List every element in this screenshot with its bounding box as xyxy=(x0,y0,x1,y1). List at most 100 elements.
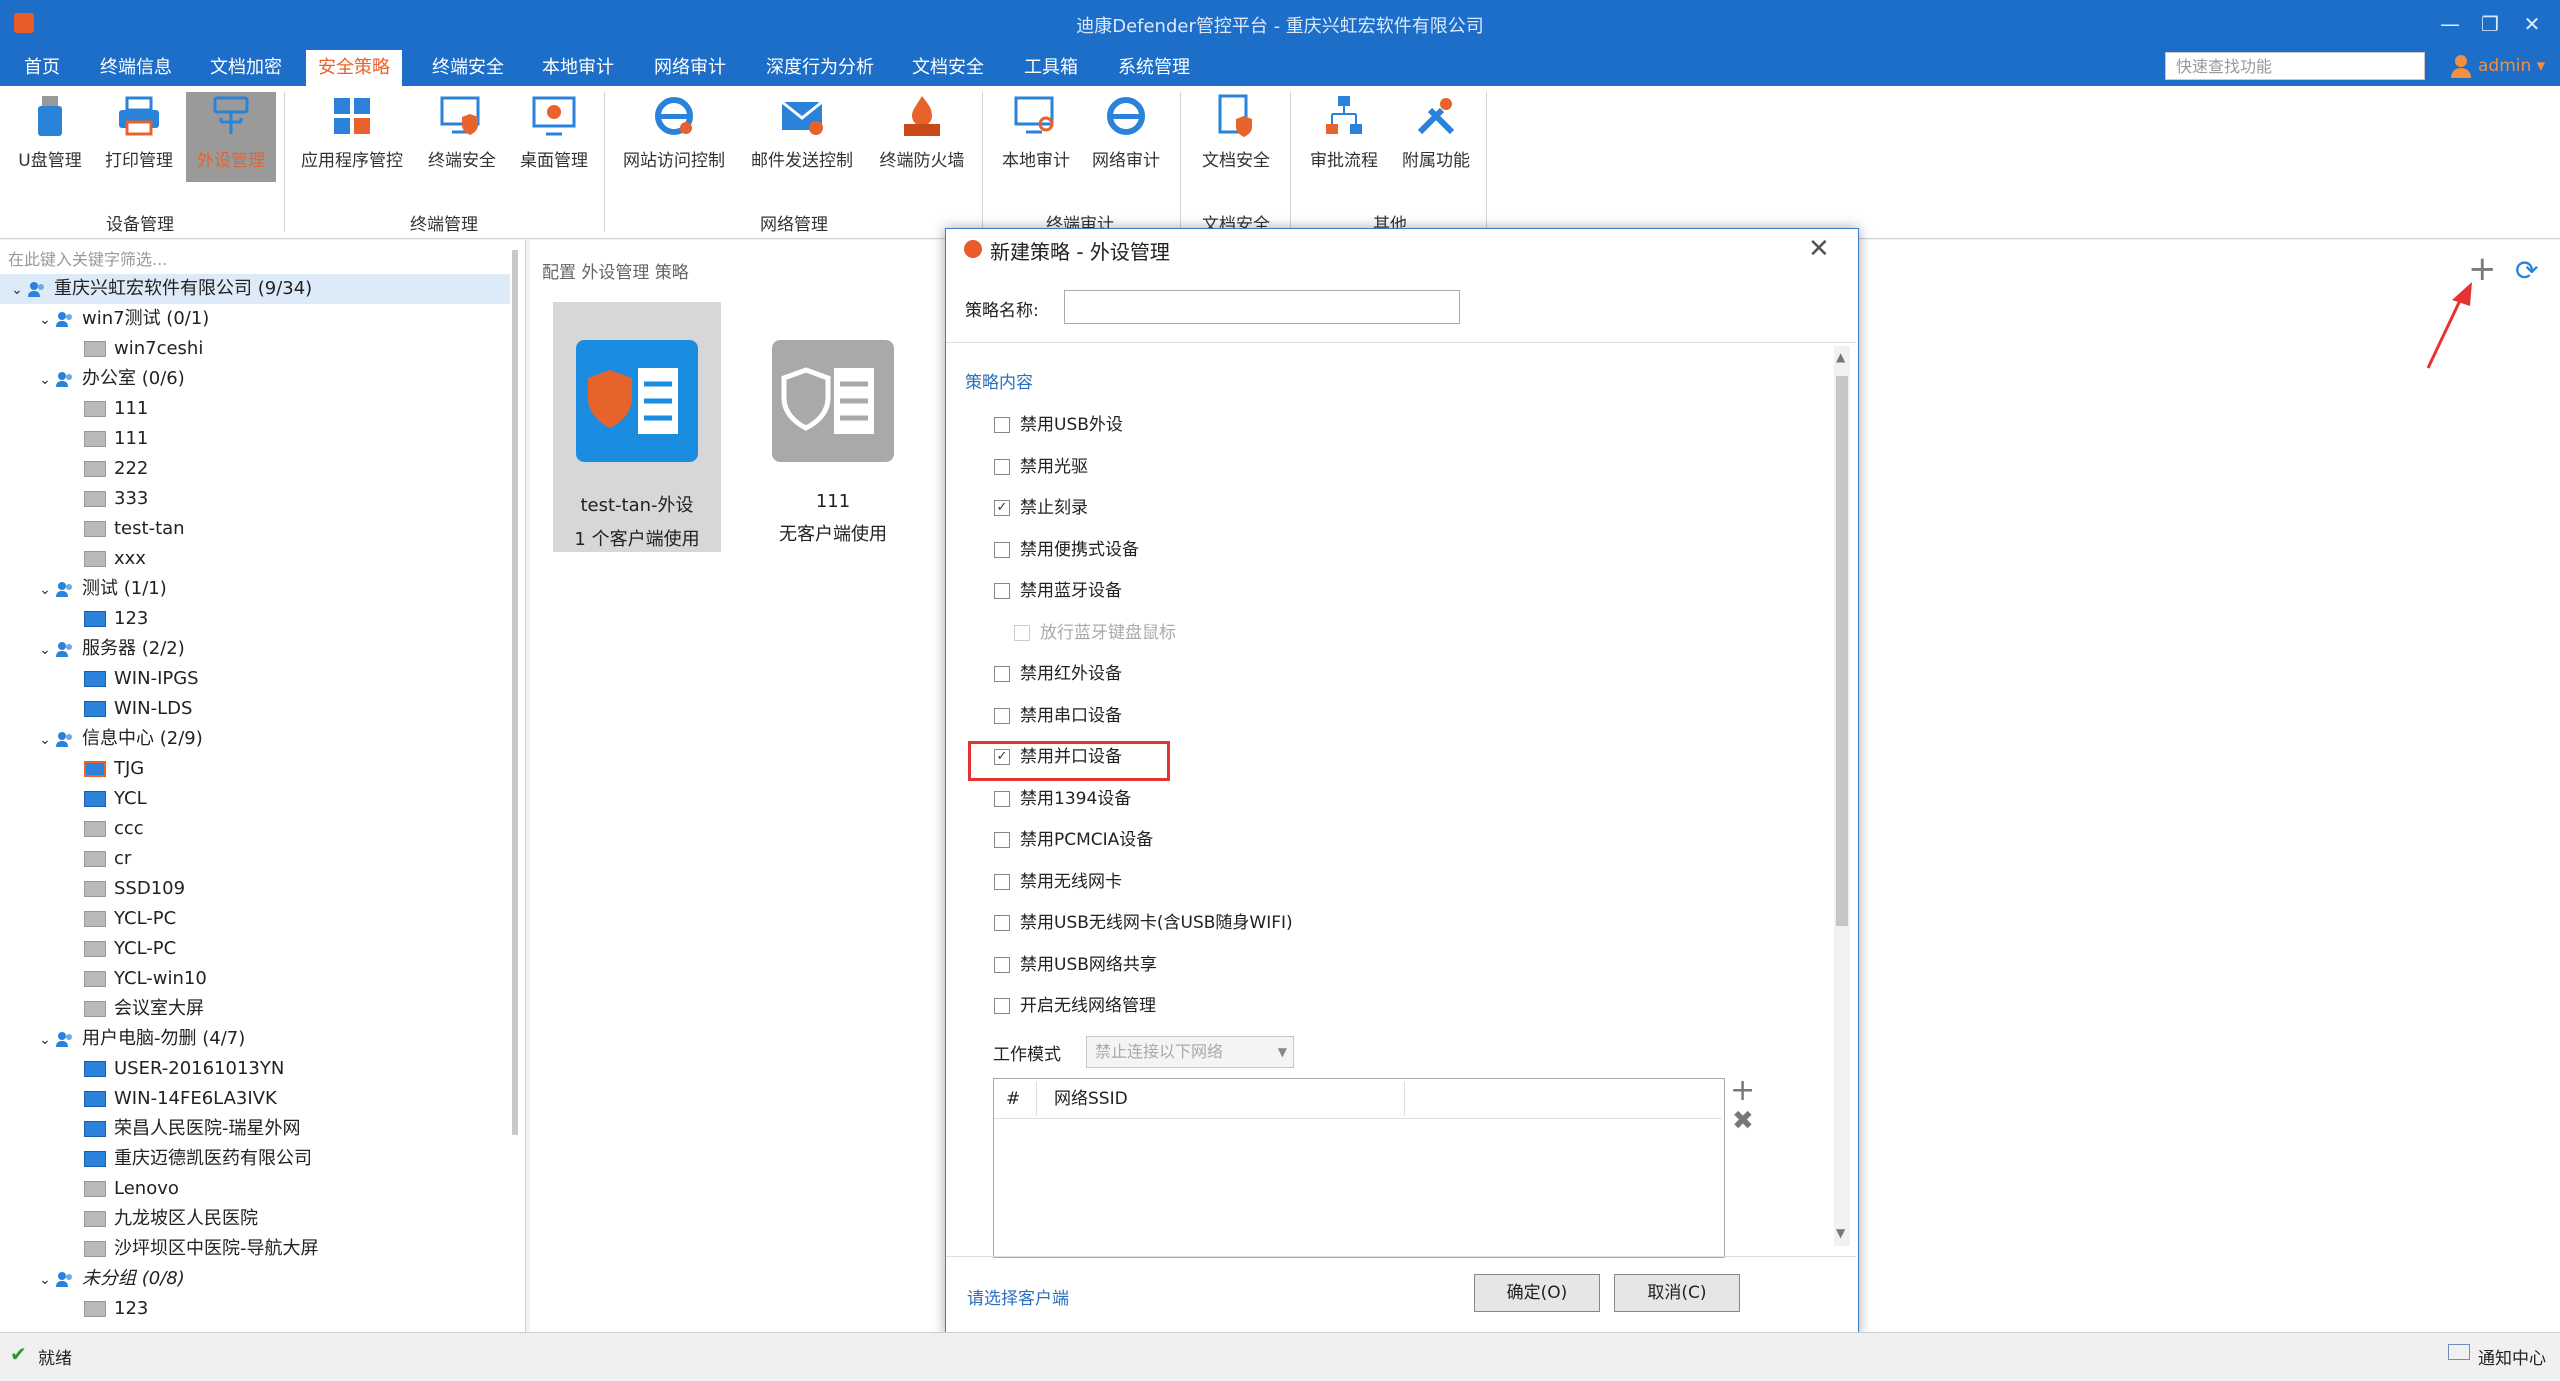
work-mode-select[interactable]: 禁止连接以下网络 ▼ xyxy=(1086,1036,1294,1068)
tree-client-row[interactable]: 会议室大屏 xyxy=(0,994,510,1024)
option-checkbox[interactable]: 禁用便携式设备 xyxy=(994,538,1139,562)
chevron-down-icon[interactable]: ⌄ xyxy=(34,1265,56,1295)
policy-name-input[interactable] xyxy=(1064,290,1460,324)
delete-ssid-button[interactable]: ✖ xyxy=(1732,1108,1754,1134)
checkbox-box[interactable] xyxy=(994,957,1010,973)
tree-client-row[interactable]: 九龙坡区人民医院 xyxy=(0,1204,510,1234)
refresh-icon[interactable]: ⟳ xyxy=(2515,256,2538,286)
tree-scrollbar[interactable] xyxy=(512,250,518,1135)
tree-client-row[interactable]: 111 xyxy=(0,394,510,424)
option-checkbox[interactable]: 禁用光驱 xyxy=(994,455,1088,479)
checkbox-box[interactable] xyxy=(994,998,1010,1014)
tree-filter-input[interactable]: 在此键入关键字筛选... xyxy=(8,246,167,270)
menu-system-management[interactable]: 系统管理 xyxy=(1106,50,1202,86)
tree-client-row[interactable]: 荣昌人民医院-瑞星外网 xyxy=(0,1114,510,1144)
tree-client-row[interactable]: WIN-LDS xyxy=(0,694,510,724)
checkbox-box[interactable] xyxy=(994,417,1010,433)
tree-client-row[interactable]: 重庆迈德凯医药有限公司 xyxy=(0,1144,510,1174)
option-checkbox[interactable]: 禁用红外设备 xyxy=(994,662,1122,686)
tree-group-row[interactable]: ⌄ 未分组 (0/8) xyxy=(0,1264,510,1294)
dialog-close-button[interactable]: ✕ xyxy=(1808,234,1830,264)
tree-client-row[interactable]: YCL-PC xyxy=(0,904,510,934)
option-checkbox[interactable]: 开启无线网络管理 xyxy=(994,994,1156,1018)
chevron-down-icon[interactable]: ⌄ xyxy=(34,575,56,605)
menu-terminal-info[interactable]: 终端信息 xyxy=(88,50,184,86)
ribbon-auxiliary-functions[interactable]: 附属功能 xyxy=(1394,92,1478,182)
ribbon-website-access-control[interactable]: 网站访问控制 xyxy=(614,92,734,182)
option-checkbox[interactable]: ✓ 禁止刻录 xyxy=(994,496,1088,520)
menu-network-audit[interactable]: 网络审计 xyxy=(642,50,738,86)
option-checkbox[interactable]: 禁用PCMCIA设备 xyxy=(994,828,1153,852)
menu-security-policy[interactable]: 安全策略 xyxy=(306,50,402,86)
option-checkbox[interactable]: 禁用USB网络共享 xyxy=(994,953,1157,977)
ribbon-app-control[interactable]: 应用程序管控 xyxy=(294,92,410,182)
option-checkbox[interactable]: 禁用USB无线网卡(含USB随身WIFI) xyxy=(994,911,1293,935)
menu-local-audit[interactable]: 本地审计 xyxy=(530,50,626,86)
ribbon-network-audit[interactable]: 网络审计 xyxy=(1084,92,1168,182)
ribbon-mail-send-control[interactable]: 邮件发送控制 xyxy=(742,92,862,182)
checkbox-box[interactable] xyxy=(994,832,1010,848)
tree-client-row[interactable]: 333 xyxy=(0,484,510,514)
checkbox-box[interactable] xyxy=(994,915,1010,931)
tree-client-row[interactable]: YCL-PC xyxy=(0,934,510,964)
tree-client-row[interactable]: cr xyxy=(0,844,510,874)
minimize-button[interactable]: — xyxy=(2430,6,2470,42)
option-checkbox[interactable]: 禁用1394设备 xyxy=(994,787,1131,811)
tree-group-row[interactable]: ⌄ 信息中心 (2/9) xyxy=(0,724,510,754)
tree-group-row[interactable]: ⌄ 用户电脑-勿删 (4/7) xyxy=(0,1024,510,1054)
ribbon-desktop-management[interactable]: 桌面管理 xyxy=(512,92,596,182)
chevron-down-icon[interactable]: ⌄ xyxy=(34,365,56,395)
ribbon-approval-flow[interactable]: 审批流程 xyxy=(1302,92,1386,182)
tree-client-row[interactable]: YCL-win10 xyxy=(0,964,510,994)
checkbox-box[interactable] xyxy=(994,459,1010,475)
menu-terminal-security[interactable]: 终端安全 xyxy=(420,50,516,86)
option-checkbox[interactable]: 禁用蓝牙设备 xyxy=(994,579,1122,603)
tree-client-row[interactable]: SSD109 xyxy=(0,874,510,904)
user-menu[interactable]: admin ▾ xyxy=(2478,56,2545,76)
checkbox-box[interactable] xyxy=(994,583,1010,599)
checkbox-box[interactable] xyxy=(994,874,1010,890)
tree-client-row[interactable]: WIN-IPGS xyxy=(0,664,510,694)
ribbon-terminal-firewall[interactable]: 终端防火墙 xyxy=(872,92,972,182)
checkbox-box[interactable] xyxy=(994,708,1010,724)
ribbon-usb-management[interactable]: U盘管理 xyxy=(10,92,90,182)
menu-behavior-analysis[interactable]: 深度行为分析 xyxy=(754,50,886,86)
maximize-button[interactable]: ❐ xyxy=(2470,6,2510,42)
tree-group-row[interactable]: ⌄ 办公室 (0/6) xyxy=(0,364,510,394)
ribbon-terminal-security[interactable]: 终端安全 xyxy=(420,92,504,182)
checkbox-box[interactable] xyxy=(994,542,1010,558)
tree-client-row[interactable]: 111 xyxy=(0,424,510,454)
ribbon-local-audit[interactable]: 本地审计 xyxy=(994,92,1078,182)
chevron-down-icon[interactable]: ⌄ xyxy=(34,635,56,665)
tree-client-row[interactable]: 123 xyxy=(0,1294,510,1324)
tree-client-row[interactable]: USER-20161013YN xyxy=(0,1054,510,1084)
tree-group-row[interactable]: ⌄ 测试 (1/1) xyxy=(0,574,510,604)
close-window-button[interactable]: ✕ xyxy=(2512,6,2552,42)
checkbox-box[interactable]: ✓ xyxy=(994,500,1010,516)
tree-client-row[interactable]: 沙坪坝区中医院-导航大屏 xyxy=(0,1234,510,1264)
cancel-button[interactable]: 取消(C) xyxy=(1614,1274,1740,1312)
tree-client-row[interactable]: Lenovo xyxy=(0,1174,510,1204)
chevron-down-icon[interactable]: ⌄ xyxy=(6,275,28,305)
ribbon-peripheral-management[interactable]: 外设管理 xyxy=(186,92,276,182)
notice-center-button[interactable]: 通知中心 xyxy=(2478,1344,2546,1369)
ok-button[interactable]: 确定(O) xyxy=(1474,1274,1600,1312)
chevron-down-icon[interactable]: ⌄ xyxy=(34,305,56,335)
tree-group-row[interactable]: ⌄ 服务器 (2/2) xyxy=(0,634,510,664)
option-checkbox[interactable]: 禁用无线网卡 xyxy=(994,870,1122,894)
tree-client-row[interactable]: ccc xyxy=(0,814,510,844)
tree-client-row[interactable]: win7ceshi xyxy=(0,334,510,364)
chevron-down-icon[interactable]: ⌄ xyxy=(34,1025,56,1055)
select-clients-link[interactable]: 请选择客户端 xyxy=(967,1284,1069,1309)
ribbon-document-security[interactable]: 文档安全 xyxy=(1194,92,1278,182)
option-checkbox[interactable]: 禁用串口设备 xyxy=(994,704,1122,728)
policy-card[interactable]: test-tan-外设 1 个客户端使用 xyxy=(553,302,721,552)
tree-client-row[interactable]: WIN-14FE6LA3IVK xyxy=(0,1084,510,1114)
tree-client-row[interactable]: xxx xyxy=(0,544,510,574)
tree-group-row[interactable]: ⌄ win7测试 (0/1) xyxy=(0,304,510,334)
checkbox-box[interactable] xyxy=(994,666,1010,682)
tree-client-row[interactable]: TJG xyxy=(0,754,510,784)
tree-group-row[interactable]: ⌄ 重庆兴虹宏软件有限公司 (9/34) xyxy=(0,274,510,304)
tree-client-row[interactable]: test-tan xyxy=(0,514,510,544)
add-ssid-button[interactable]: + xyxy=(1730,1076,1755,1106)
